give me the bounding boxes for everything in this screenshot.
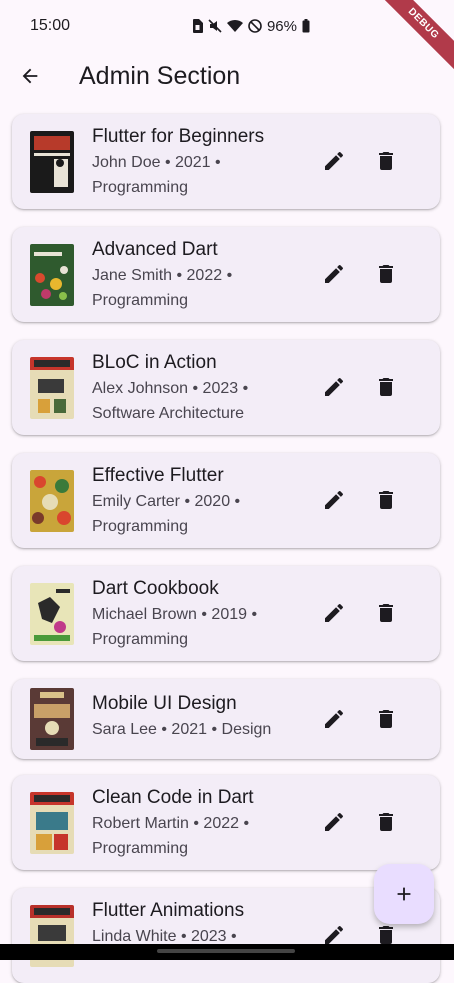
edit-icon [325, 151, 344, 170]
book-title: Flutter for Beginners [92, 126, 265, 147]
book-cover [30, 131, 74, 193]
edit-icon [325, 490, 344, 509]
book-title: Clean Code in Dart [92, 787, 254, 808]
edit-icon [325, 812, 344, 831]
book-card: Dart Cookbook Michael Brown • 2019 • Pro… [12, 566, 440, 661]
delete-button[interactable] [366, 367, 406, 407]
edit-icon [325, 377, 344, 396]
edit-button[interactable] [314, 699, 354, 739]
book-subtitle: Emily Carter • 2020 • Programming [92, 493, 241, 535]
edit-button[interactable] [314, 593, 354, 633]
book-cover [30, 470, 74, 532]
add-book-fab[interactable] [374, 864, 434, 924]
delete-button[interactable] [366, 254, 406, 294]
book-title: BLoC in Action [92, 352, 217, 373]
status-bar: 15:00 96% [0, 0, 454, 52]
book-card: Clean Code in Dart Robert Martin • 2022 … [12, 775, 440, 870]
home-handle[interactable] [157, 949, 295, 953]
status-icons: 96% [192, 18, 434, 35]
book-cover [30, 583, 74, 645]
book-cover [30, 688, 74, 750]
edit-button[interactable] [314, 367, 354, 407]
book-cover [30, 244, 74, 306]
delete-button[interactable] [366, 141, 406, 181]
edit-button[interactable] [314, 141, 354, 181]
delete-button[interactable] [366, 802, 406, 842]
delete-icon [379, 378, 393, 396]
back-button[interactable] [0, 52, 60, 100]
dnd-icon [248, 19, 262, 33]
delete-icon [379, 604, 393, 622]
battery-percent: 96% [266, 17, 297, 35]
book-cover [30, 357, 74, 419]
edit-button[interactable] [314, 480, 354, 520]
book-card: Mobile UI Design Sara Lee • 2021 • Desig… [12, 679, 440, 759]
delete-icon [379, 813, 393, 831]
book-subtitle: John Doe • 2021 • Programming [92, 154, 221, 196]
delete-icon [379, 265, 393, 283]
book-subtitle: Sara Lee • 2021 • Design [92, 721, 272, 738]
status-time: 15:00 [30, 17, 71, 34]
arrow-back-icon [22, 68, 38, 84]
edit-icon [325, 603, 344, 622]
book-subtitle: Michael Brown • 2019 • Programming [92, 606, 258, 648]
add-icon [397, 887, 411, 901]
delete-icon [379, 491, 393, 509]
edit-button[interactable] [314, 254, 354, 294]
edit-button[interactable] [314, 802, 354, 842]
book-subtitle: Alex Johnson • 2023 • Software Architect… [92, 380, 249, 422]
book-card: BLoC in Action Alex Johnson • 2023 • Sof… [12, 340, 440, 435]
delete-button[interactable] [366, 593, 406, 633]
book-card: Advanced Dart Jane Smith • 2022 • Progra… [12, 227, 440, 322]
delete-icon [379, 710, 393, 728]
book-subtitle: Jane Smith • 2022 • Programming [92, 267, 233, 309]
wifi-icon [226, 19, 243, 32]
delete-button[interactable] [366, 699, 406, 739]
book-card: Effective Flutter Emily Carter • 2020 • … [12, 453, 440, 548]
book-title: Advanced Dart [92, 239, 218, 260]
system-nav-bar [0, 944, 454, 960]
book-subtitle: Robert Martin • 2022 • Programming [92, 815, 250, 857]
page-title: Admin Section [79, 61, 241, 90]
book-title: Mobile UI Design [92, 693, 237, 714]
app-bar: Admin Section [0, 52, 454, 100]
battery-icon [302, 19, 310, 33]
mute-icon [208, 19, 222, 33]
delete-button[interactable] [366, 480, 406, 520]
book-title: Effective Flutter [92, 465, 224, 486]
book-title: Dart Cookbook [92, 578, 219, 599]
sim-icon [192, 19, 203, 33]
book-card: Flutter for Beginners John Doe • 2021 • … [12, 114, 440, 209]
book-title: Flutter Animations [92, 900, 245, 921]
edit-icon [325, 264, 344, 283]
book-cover [30, 792, 74, 854]
edit-icon [325, 709, 344, 728]
delete-icon [379, 152, 393, 170]
